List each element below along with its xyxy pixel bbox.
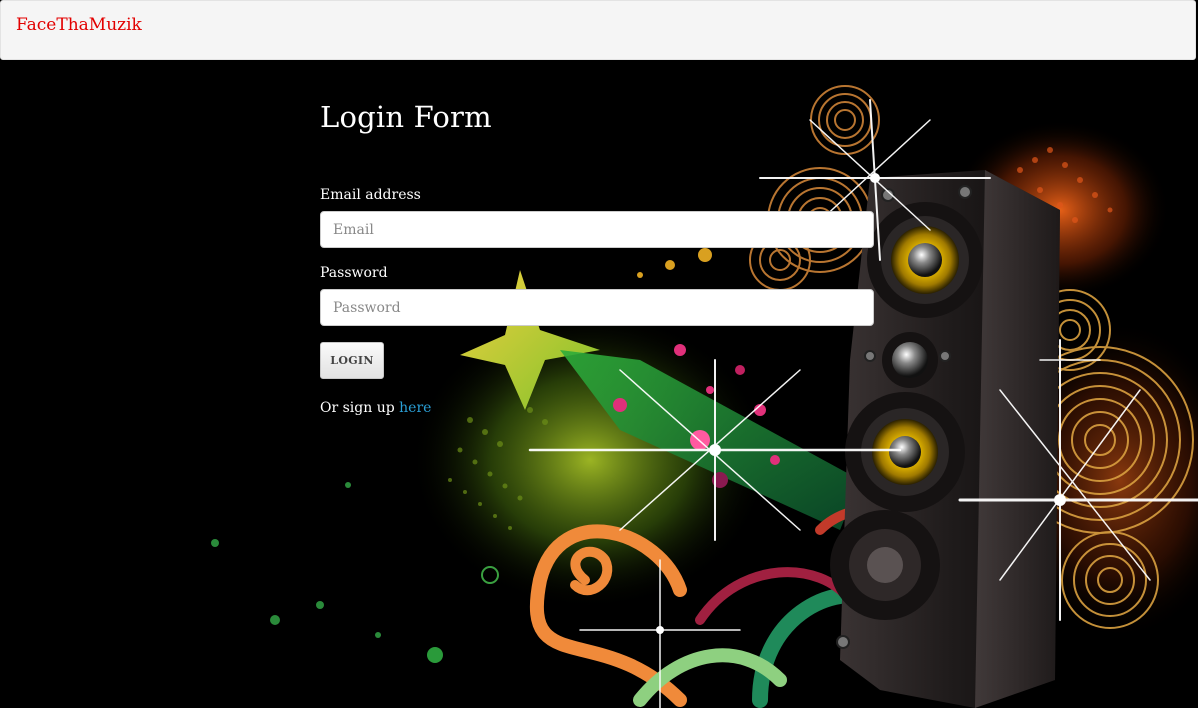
page: FaceThaMuzik Login Form Email address Em… [0, 0, 1198, 708]
signup-link[interactable]: here [399, 400, 431, 416]
navbar: FaceThaMuzik [0, 0, 1196, 60]
music-speaker-illustration [211, 85, 1198, 708]
brand-link[interactable]: FaceThaMuzik [16, 15, 142, 35]
login-button[interactable]: LOGIN [320, 342, 384, 379]
password-input[interactable] [320, 289, 874, 326]
email-input[interactable] [320, 211, 874, 248]
password-label: Password [320, 265, 388, 281]
form-title: Login Form [320, 100, 492, 134]
signup-prefix: Or sign up [320, 400, 400, 416]
email-label: Email address [320, 187, 421, 203]
signup-text: Or sign up here [320, 400, 431, 416]
